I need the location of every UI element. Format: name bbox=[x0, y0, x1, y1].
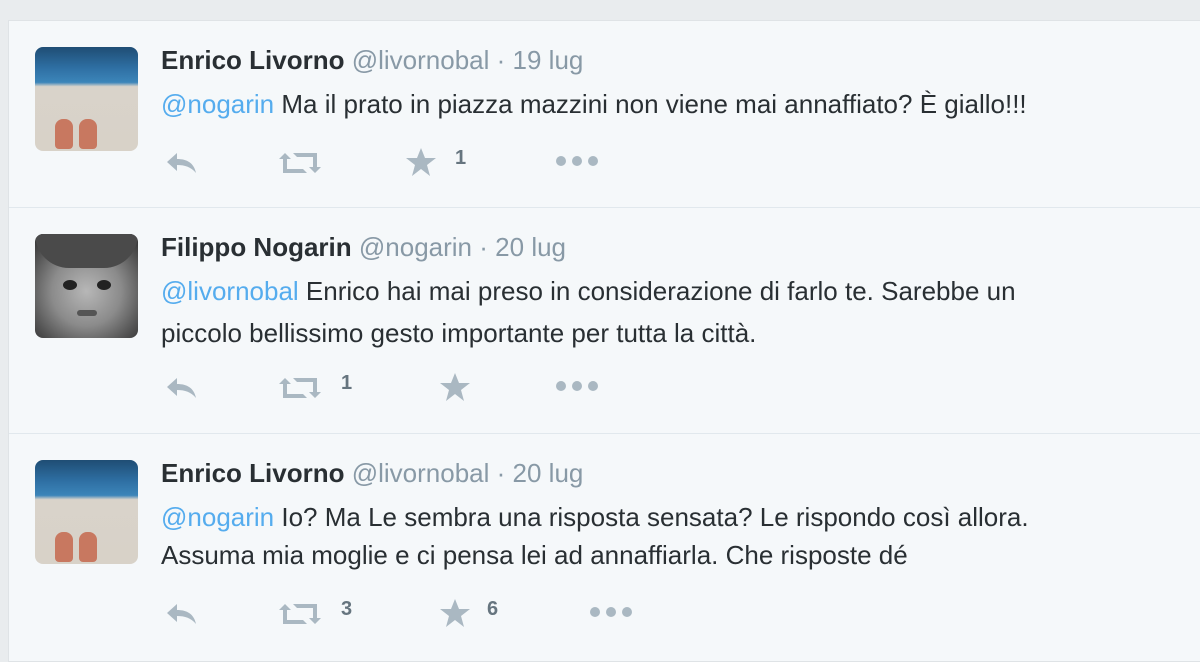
more-icon[interactable] bbox=[555, 380, 599, 392]
star-icon[interactable] bbox=[439, 598, 471, 628]
user-handle[interactable]: @livornobal bbox=[352, 45, 490, 75]
avatar[interactable] bbox=[35, 234, 138, 338]
avatar-foot bbox=[55, 119, 73, 149]
tweet-header: Enrico Livorno @livornobal · 19 lug bbox=[161, 45, 583, 76]
timestamp[interactable]: 20 lug bbox=[495, 232, 566, 262]
retweet-count: 3 bbox=[341, 598, 353, 620]
avatar-eye bbox=[63, 280, 77, 290]
avatar-hair bbox=[35, 234, 138, 268]
user-name[interactable]: Enrico Livorno bbox=[161, 45, 344, 75]
timeline: Enrico Livorno @livornobal · 19 lug @nog… bbox=[8, 20, 1200, 662]
avatar[interactable] bbox=[35, 47, 138, 151]
retweet-icon[interactable] bbox=[277, 374, 323, 402]
timestamp[interactable]: 19 lug bbox=[513, 45, 584, 75]
tweet-text: @nogarin Ma il prato in piazza mazzini n… bbox=[161, 87, 1027, 121]
tweet-text-line: piccolo bellissimo gesto importante per … bbox=[161, 318, 757, 348]
tweet-text-line: Io? Ma Le sembra una risposta sensata? L… bbox=[281, 502, 1029, 532]
tweet-text-line: Assuma mia moglie e ci pensa lei ad anna… bbox=[161, 540, 908, 570]
tweet-text: @nogarin Io? Ma Le sembra una risposta s… bbox=[161, 500, 1029, 534]
user-handle[interactable]: @livornobal bbox=[352, 458, 490, 488]
star-icon[interactable] bbox=[405, 147, 437, 177]
tweet-text: @livornobal Enrico hai mai preso in cons… bbox=[161, 274, 1016, 308]
separator-dot: · bbox=[496, 45, 506, 75]
tweet-text-line: Ma il prato in piazza mazzini non viene … bbox=[281, 89, 1027, 119]
avatar-foot bbox=[55, 532, 73, 562]
reply-icon[interactable] bbox=[165, 151, 199, 175]
avatar-mouth bbox=[77, 310, 97, 316]
star-icon[interactable] bbox=[439, 372, 471, 402]
tweet-header: Filippo Nogarin @nogarin · 20 lug bbox=[161, 232, 566, 263]
separator-dot: · bbox=[479, 232, 488, 262]
mention-link[interactable]: @nogarin bbox=[161, 89, 274, 119]
retweet-icon[interactable] bbox=[277, 149, 323, 177]
reply-icon[interactable] bbox=[165, 602, 199, 626]
favorite-count: 1 bbox=[455, 147, 467, 169]
avatar-foot bbox=[79, 119, 97, 149]
tweet[interactable]: Filippo Nogarin @nogarin · 20 lug @livor… bbox=[9, 208, 1200, 433]
tweet[interactable]: Enrico Livorno @livornobal · 20 lug @nog… bbox=[9, 434, 1200, 644]
more-icon[interactable] bbox=[555, 155, 599, 167]
timestamp[interactable]: 20 lug bbox=[513, 458, 584, 488]
retweet-icon[interactable] bbox=[277, 600, 323, 628]
retweet-count: 1 bbox=[341, 372, 353, 394]
tweet-text-line: Enrico hai mai preso in considerazione d… bbox=[305, 276, 1016, 306]
avatar-eye bbox=[97, 280, 111, 290]
favorite-count: 6 bbox=[487, 598, 499, 620]
avatar[interactable] bbox=[35, 460, 138, 564]
tweet-actions: 3 6 bbox=[165, 594, 765, 630]
more-icon[interactable] bbox=[589, 606, 633, 618]
reply-icon[interactable] bbox=[165, 376, 199, 400]
separator-dot: · bbox=[496, 458, 506, 488]
avatar-foot bbox=[79, 532, 97, 562]
tweet-header: Enrico Livorno @livornobal · 20 lug bbox=[161, 458, 583, 489]
user-name[interactable]: Filippo Nogarin bbox=[161, 232, 352, 262]
tweet[interactable]: Enrico Livorno @livornobal · 19 lug @nog… bbox=[9, 21, 1200, 207]
user-handle[interactable]: @nogarin bbox=[359, 232, 472, 262]
tweet-actions: 1 bbox=[165, 368, 765, 404]
mention-link[interactable]: @livornobal bbox=[161, 276, 299, 306]
tweet-actions: 1 bbox=[165, 143, 765, 179]
user-name[interactable]: Enrico Livorno bbox=[161, 458, 344, 488]
mention-link[interactable]: @nogarin bbox=[161, 502, 274, 532]
